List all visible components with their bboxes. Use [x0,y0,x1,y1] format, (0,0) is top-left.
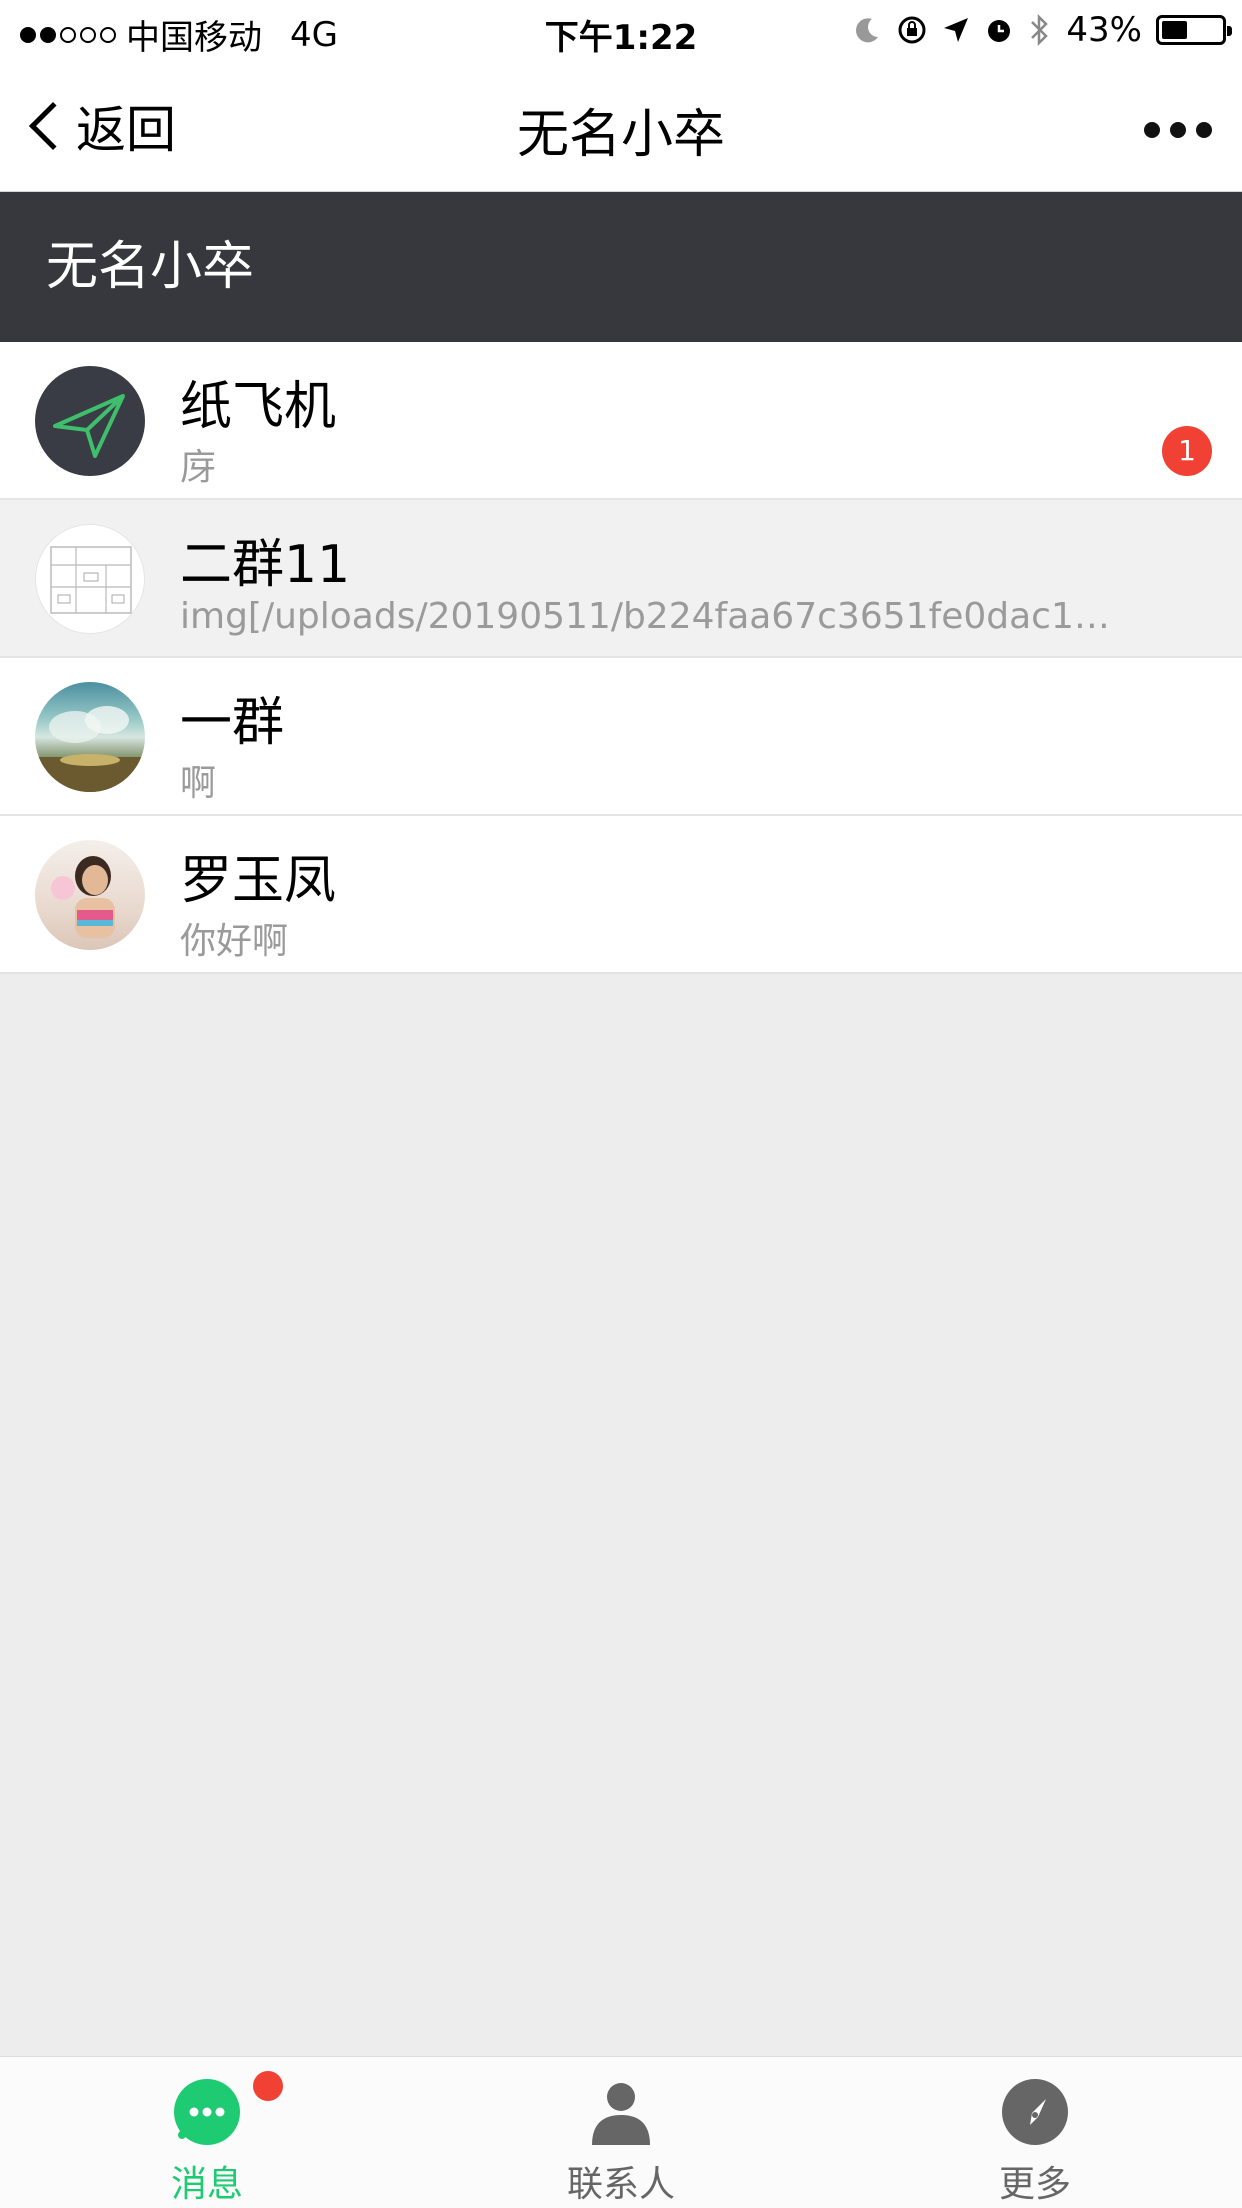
tab-bar: 消息 联系人 更多 [0,2056,1242,2208]
chat-name: 一群 [180,693,285,753]
tab-contacts[interactable]: 联系人 [414,2057,828,2208]
person-icon [592,2083,650,2145]
bluetooth-icon [1031,13,1049,47]
chat-name: 二群11 [180,535,351,595]
avatar [35,524,145,634]
rotation-lock-icon [898,16,926,44]
diagram-thumbnail-icon [50,546,132,614]
profile-photo-icon [51,856,115,938]
paper-plane-icon [53,394,125,458]
group-header: 无名小卒 [0,192,1242,342]
location-icon [944,18,969,42]
navigation-bar: 返回 无名小卒 [0,62,1242,192]
more-dot [1144,122,1160,138]
tab-messages[interactable]: 消息 [0,2057,414,2208]
alarm-icon [988,20,1011,42]
more-dot [1170,122,1186,138]
tab-label: 联系人 [566,2164,675,2205]
chat-preview: 啊 [180,763,217,804]
chat-item-paper-plane[interactable]: 纸飞机 庌 1 [0,342,1242,500]
battery-percentage: 43% [1066,10,1142,50]
chat-list: 纸飞机 庌 1 二群11 img[/uploads/20190511/b224f… [0,342,1242,974]
chat-preview: 庌 [180,447,217,488]
chat-item-group-one[interactable]: 一群 啊 [0,658,1242,816]
chat-bubble-icon [174,2079,240,2145]
avatar [35,366,145,476]
chat-name: 纸飞机 [180,377,337,437]
status-right: 43% [852,10,1232,50]
more-dot [1196,122,1212,138]
unread-badge: 1 [1162,426,1212,476]
tab-more[interactable]: 更多 [828,2057,1242,2208]
moon-icon [856,18,879,43]
chat-item-group-two[interactable]: 二群11 img[/uploads/20190511/b224faa67c365… [0,500,1242,658]
chat-item-luo-yufeng[interactable]: 罗玉凤 你好啊 [0,816,1242,974]
status-bar: 中国移动 4G 下午1:22 43% [0,0,1242,62]
compass-icon [1002,2079,1068,2145]
avatar [35,682,145,792]
battery-icon [1156,15,1232,45]
chat-preview: 你好啊 [180,921,289,962]
more-options-button[interactable] [1144,112,1212,148]
avatar [35,840,145,950]
notification-dot [253,2071,283,2101]
tab-label: 更多 [998,2164,1071,2205]
chat-preview: img[/uploads/20190511/b224faa67c3651fe0d… [180,596,1110,637]
chat-name: 罗玉凤 [180,851,337,911]
landscape-photo-icon [35,706,145,792]
page-title: 无名小卒 [516,105,725,165]
tab-label: 消息 [170,2164,243,2205]
